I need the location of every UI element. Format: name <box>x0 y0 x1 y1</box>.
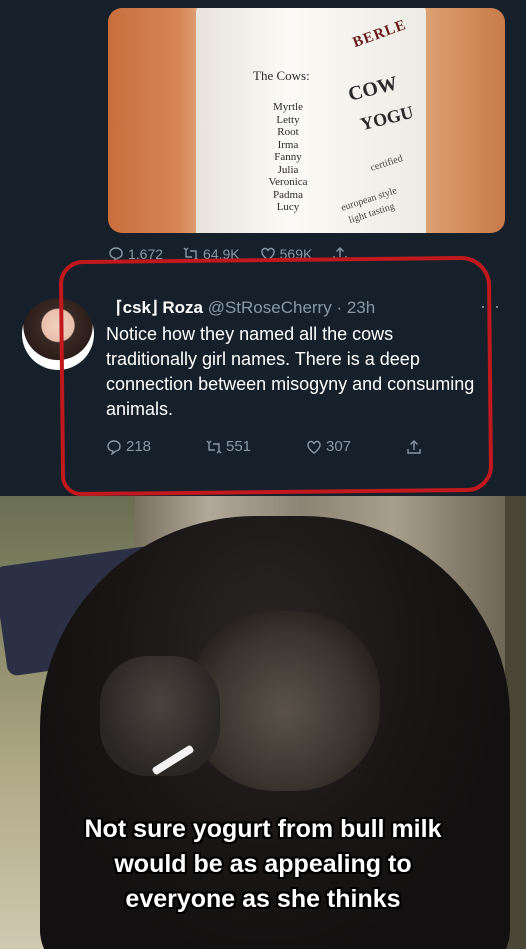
meme-caption: Not sure yogurt from bull milk would be … <box>0 812 526 917</box>
caption-line: everyone as she thinks <box>125 885 401 913</box>
chimp-hand <box>100 656 220 776</box>
cow-name: Irma <box>277 138 299 151</box>
cow-name: Padma <box>273 188 303 201</box>
caption-line: Not sure yogurt from bull milk <box>84 815 442 843</box>
tweet-screenshot: The Cows: Myrtle Letty Root Irma Fanny J… <box>0 0 526 497</box>
cow-name: Lucy <box>276 201 300 213</box>
cows-heading: The Cows: <box>253 68 310 83</box>
cow-name: Julia <box>277 163 299 176</box>
cow-name: Myrtle <box>273 101 303 113</box>
cow-name: Root <box>277 126 299 138</box>
cow-names-list: Myrtle Letty Root Irma Fanny Julia Veron… <box>258 101 318 214</box>
yogurt-photo[interactable]: The Cows: Myrtle Letty Root Irma Fanny J… <box>108 8 505 233</box>
cow-name: Fanny <box>274 151 302 163</box>
cow-name: Veronica <box>268 176 308 188</box>
meme-image: Not sure yogurt from bull milk would be … <box>0 496 526 949</box>
cow-name: Letty <box>276 113 300 126</box>
red-highlight-circle <box>58 255 494 497</box>
caption-line: would be as appealing to <box>114 850 412 878</box>
